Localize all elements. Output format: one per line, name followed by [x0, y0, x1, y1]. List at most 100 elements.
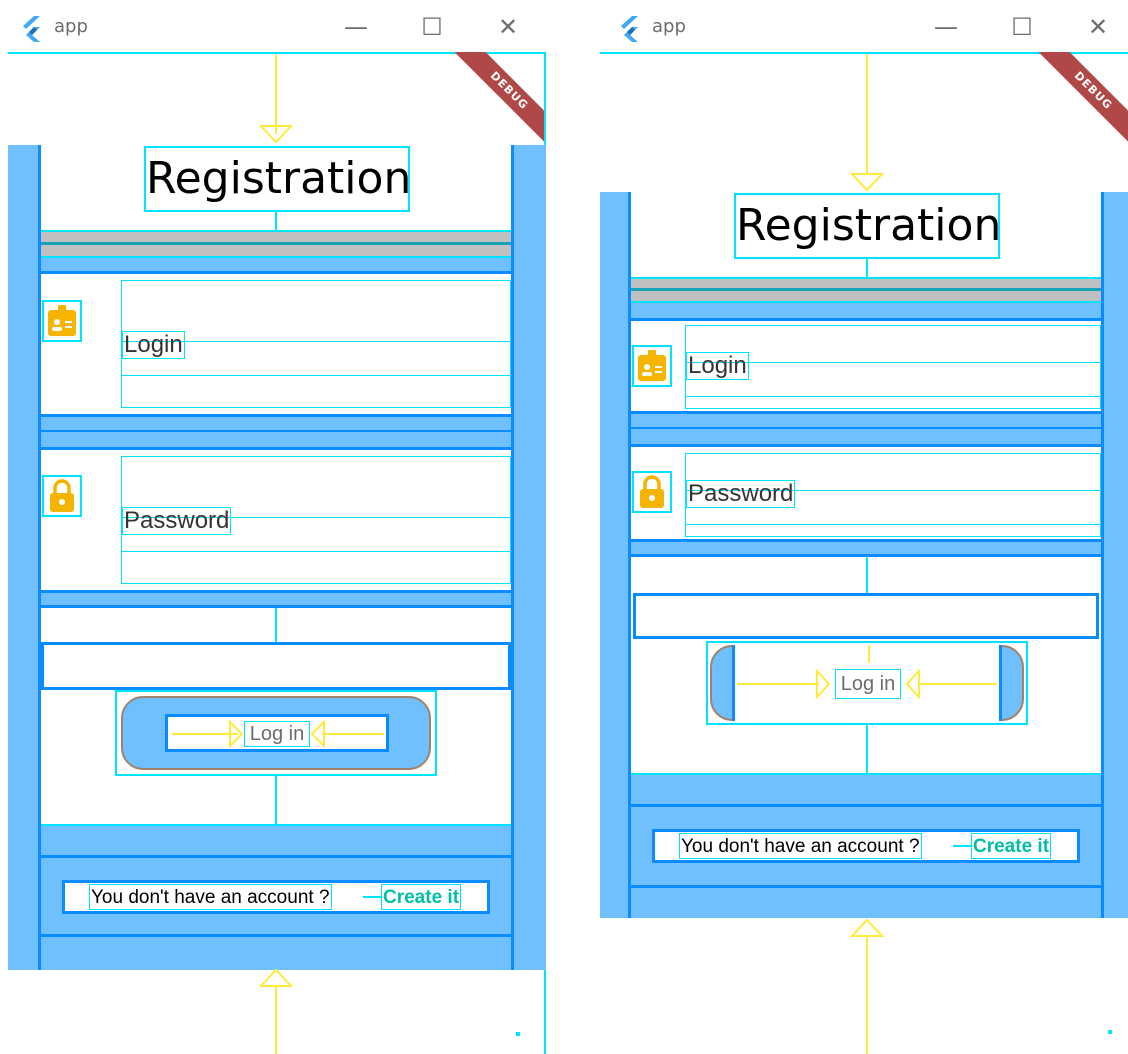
- signup-row: You don't have an account ? Create it: [652, 829, 1080, 863]
- login-button-inner: Log in: [165, 714, 389, 752]
- window-left: app — ☐ ✕ DEBUG Registration Login Passw…: [0, 0, 548, 1054]
- password-field-row: Password: [41, 450, 511, 590]
- password-input-decoration: [122, 551, 510, 552]
- footer-line: [41, 855, 511, 858]
- debug-dot: [1108, 1030, 1112, 1034]
- password-input[interactable]: Password: [121, 456, 511, 584]
- login-button-label: Log in: [835, 669, 901, 699]
- password-field-row: Password: [631, 447, 1101, 539]
- flutter-logo-icon: [23, 16, 40, 42]
- login-separator: [631, 411, 1101, 447]
- footer-band: You don't have an account ? Create it: [631, 775, 1101, 918]
- login-input-decoration: [122, 375, 510, 376]
- login-separator: [41, 414, 511, 450]
- signup-row: You don't have an account ? Create it: [62, 880, 490, 914]
- divider-line: [41, 242, 511, 245]
- signup-gap: [363, 896, 381, 898]
- title-bar: app — ☐ ✕: [0, 0, 548, 52]
- page-title: Registration: [736, 200, 1002, 251]
- divider-line: [631, 288, 1101, 291]
- password-input[interactable]: Password: [685, 453, 1101, 537]
- footer-line: [41, 934, 511, 937]
- lock-icon: [50, 479, 74, 512]
- divider: [631, 277, 1101, 303]
- create-account-link[interactable]: Create it: [971, 833, 1052, 859]
- maximize-button[interactable]: ☐: [412, 10, 452, 44]
- button-bottom-connector: [275, 776, 277, 826]
- badge-icon: [48, 305, 76, 336]
- login-input[interactable]: Login: [121, 280, 511, 408]
- page-title-box: Registration: [734, 193, 1002, 259]
- title-bar: app — ☐ ✕: [598, 0, 1128, 52]
- debug-dot: [516, 1032, 520, 1036]
- footer-line: [631, 804, 1101, 807]
- login-button-label: Log in: [244, 721, 310, 747]
- debug-banner: DEBUG: [1036, 52, 1128, 144]
- login-button-wrapper: Log in: [706, 641, 1028, 725]
- login-button-inner: Log in: [732, 645, 1002, 721]
- debug-banner-label: DEBUG: [1036, 52, 1128, 144]
- debug-banner: DEBUG: [452, 52, 544, 144]
- password-icon-box: [42, 475, 82, 517]
- button-bottom-connector: [866, 725, 868, 773]
- footer-band: You don't have an account ? Create it: [41, 826, 511, 970]
- login-input-decoration: [686, 396, 1100, 397]
- page-title-box: Registration: [144, 146, 412, 212]
- login-button-wrapper: Log in: [115, 690, 437, 776]
- login-icon-box: [632, 345, 672, 387]
- divider-padding: [631, 303, 1101, 321]
- window-right: app — ☐ ✕ DEBUG Registration Login Passw…: [598, 0, 1128, 1054]
- badge-icon: [638, 350, 666, 381]
- password-label: Password: [122, 507, 232, 535]
- debug-arrow-right-line: [322, 733, 384, 735]
- debug-arrow-bottom-line: [275, 986, 277, 1054]
- divider: [41, 230, 511, 258]
- debug-arrow-bottom-line: [866, 936, 868, 1054]
- password-separator: [631, 539, 1101, 557]
- spacer-box: [633, 593, 1099, 639]
- signup-prompt: You don't have an account ?: [89, 884, 332, 910]
- login-field-row: Login: [41, 276, 511, 414]
- page-title: Registration: [146, 153, 412, 204]
- flutter-logo-icon: [621, 16, 638, 42]
- title-connector: [866, 259, 868, 277]
- password-separator: [41, 590, 511, 608]
- password-input-decoration: [686, 524, 1100, 525]
- debug-arrow-bottom-icon: [850, 918, 884, 937]
- footer-line: [631, 885, 1101, 888]
- lock-icon: [640, 475, 664, 508]
- debug-arrow-top-line: [275, 54, 277, 134]
- minimize-button[interactable]: —: [926, 10, 966, 44]
- debug-arrow-top-icon: [850, 173, 884, 192]
- separator-line: [41, 430, 511, 432]
- signup-gap: [953, 845, 971, 847]
- debug-arrow-top-line: [868, 645, 870, 663]
- app-title: app: [54, 16, 88, 37]
- debug-arrow-right-line: [919, 683, 997, 685]
- maximize-button[interactable]: ☐: [1002, 10, 1042, 44]
- signup-prompt: You don't have an account ?: [679, 833, 922, 859]
- minimize-button[interactable]: —: [336, 10, 376, 44]
- login-field-row: Login: [631, 321, 1101, 413]
- spacer-box: [41, 642, 511, 690]
- debug-arrow-right-icon: [816, 669, 831, 699]
- debug-arrow-bottom-icon: [259, 968, 293, 987]
- separator-line: [631, 427, 1101, 429]
- login-label: Login: [122, 331, 185, 359]
- debug-arrow-top-line: [866, 54, 868, 174]
- password-label: Password: [686, 480, 796, 508]
- app-title: app: [652, 16, 686, 37]
- password-icon-box: [632, 471, 672, 513]
- debug-arrow-right-icon: [229, 720, 244, 748]
- create-account-link[interactable]: Create it: [381, 884, 462, 910]
- button-area-connector: [866, 557, 868, 593]
- login-input[interactable]: Login: [685, 325, 1101, 409]
- debug-banner-label: DEBUG: [452, 52, 544, 144]
- close-button[interactable]: ✕: [1078, 10, 1118, 44]
- divider-padding: [41, 258, 511, 274]
- button-area-connector: [275, 608, 277, 642]
- title-connector: [275, 212, 277, 230]
- debug-arrow-top-icon: [259, 125, 293, 144]
- debug-arrow-left-line: [737, 683, 819, 685]
- close-button[interactable]: ✕: [488, 10, 528, 44]
